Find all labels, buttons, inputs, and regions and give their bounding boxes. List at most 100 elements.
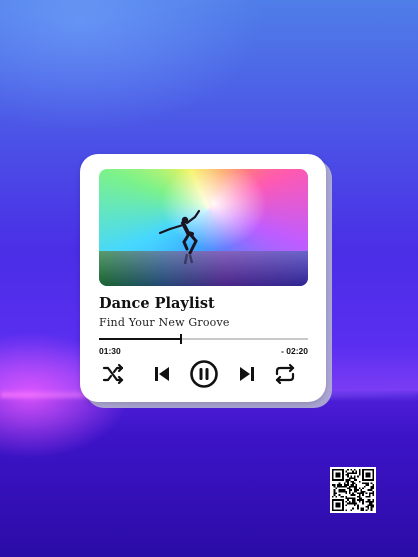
qr-module <box>333 489 336 491</box>
qr-module <box>352 472 354 475</box>
qr-module <box>362 477 364 480</box>
qr-code[interactable] <box>330 467 376 513</box>
qr-module <box>372 477 374 480</box>
qr-module <box>340 484 343 486</box>
qr-module <box>347 499 349 501</box>
qr-module <box>338 474 341 476</box>
qr-module <box>362 487 364 490</box>
qr-module <box>372 487 374 490</box>
qr-module <box>338 505 341 508</box>
qr-module <box>352 492 354 495</box>
qr-module <box>368 475 371 478</box>
qr-module <box>353 479 356 481</box>
qr-module <box>370 485 373 488</box>
qr-module <box>365 469 368 471</box>
qr-module <box>353 490 356 493</box>
qr-module <box>343 489 346 491</box>
shuffle-icon <box>102 363 124 385</box>
qr-module <box>355 479 358 481</box>
qr-module <box>362 475 364 478</box>
previous-button[interactable] <box>147 359 177 389</box>
qr-module <box>352 480 354 483</box>
qr-module <box>345 500 348 503</box>
qr-module <box>372 505 374 508</box>
qr-module <box>372 492 374 495</box>
qr-module <box>350 494 353 496</box>
qr-module <box>345 497 348 500</box>
qr-module <box>353 477 356 480</box>
qr-module <box>365 474 368 476</box>
qr-module <box>338 479 341 481</box>
qr-module <box>337 499 339 501</box>
qr-module <box>350 475 353 478</box>
qr-module <box>370 469 373 471</box>
qr-module <box>372 500 374 503</box>
qr-module <box>355 487 358 490</box>
qr-module <box>362 502 364 505</box>
qr-module <box>368 489 371 491</box>
qr-module <box>333 490 336 493</box>
qr-module <box>335 475 338 478</box>
repeat-button[interactable] <box>270 359 300 389</box>
qr-module <box>338 490 341 493</box>
qr-module <box>347 475 349 478</box>
progress-handle[interactable] <box>180 334 182 344</box>
qr-module <box>343 490 346 493</box>
pause-button[interactable] <box>188 358 220 390</box>
qr-module <box>358 499 361 501</box>
qr-module <box>342 469 344 471</box>
qr-module <box>362 474 364 476</box>
qr-module <box>352 507 354 510</box>
qr-module <box>360 489 363 491</box>
next-button[interactable] <box>232 359 262 389</box>
shuffle-button[interactable] <box>99 359 129 389</box>
qr-module <box>343 482 346 485</box>
qr-module <box>332 484 334 486</box>
qr-module <box>350 469 353 471</box>
qr-module <box>335 472 338 475</box>
qr-module <box>367 507 369 510</box>
qr-module <box>338 485 341 488</box>
qr-module <box>335 502 338 505</box>
qr-module <box>332 499 334 501</box>
qr-module <box>352 484 354 486</box>
qr-module <box>370 479 373 481</box>
qr-module <box>362 472 364 475</box>
qr-module <box>332 474 334 476</box>
qr-module <box>372 479 374 481</box>
qr-module <box>355 485 358 488</box>
qr-module <box>338 504 341 506</box>
qr-module <box>342 504 344 506</box>
qr-module <box>353 472 356 475</box>
qr-module <box>338 494 341 496</box>
remaining-time: - 02:20 <box>281 346 308 356</box>
qr-module <box>340 490 343 493</box>
qr-module <box>367 475 369 478</box>
qr-module <box>345 479 348 481</box>
qr-module <box>348 497 351 500</box>
qr-module <box>363 485 366 488</box>
qr-module <box>367 479 369 481</box>
qr-module <box>353 494 356 496</box>
qr-module <box>367 505 369 508</box>
qr-module <box>345 492 348 495</box>
qr-module <box>343 485 346 488</box>
qr-module <box>348 489 351 491</box>
qr-module <box>357 489 359 491</box>
qr-module <box>340 485 343 488</box>
playlist-title: Dance Playlist <box>99 295 215 312</box>
qr-module <box>352 500 354 503</box>
qr-module <box>335 495 338 498</box>
playlist-subtitle: Find Your New Groove <box>99 316 230 329</box>
qr-module <box>352 470 354 473</box>
qr-module <box>335 487 338 490</box>
qr-module <box>368 499 371 501</box>
qr-module <box>367 504 369 506</box>
qr-module <box>355 484 358 486</box>
qr-module <box>362 509 364 511</box>
qr-module <box>365 475 368 478</box>
qr-module <box>372 470 374 473</box>
qr-module <box>372 490 374 493</box>
progress-bar[interactable] <box>99 334 308 344</box>
qr-module <box>350 477 353 480</box>
